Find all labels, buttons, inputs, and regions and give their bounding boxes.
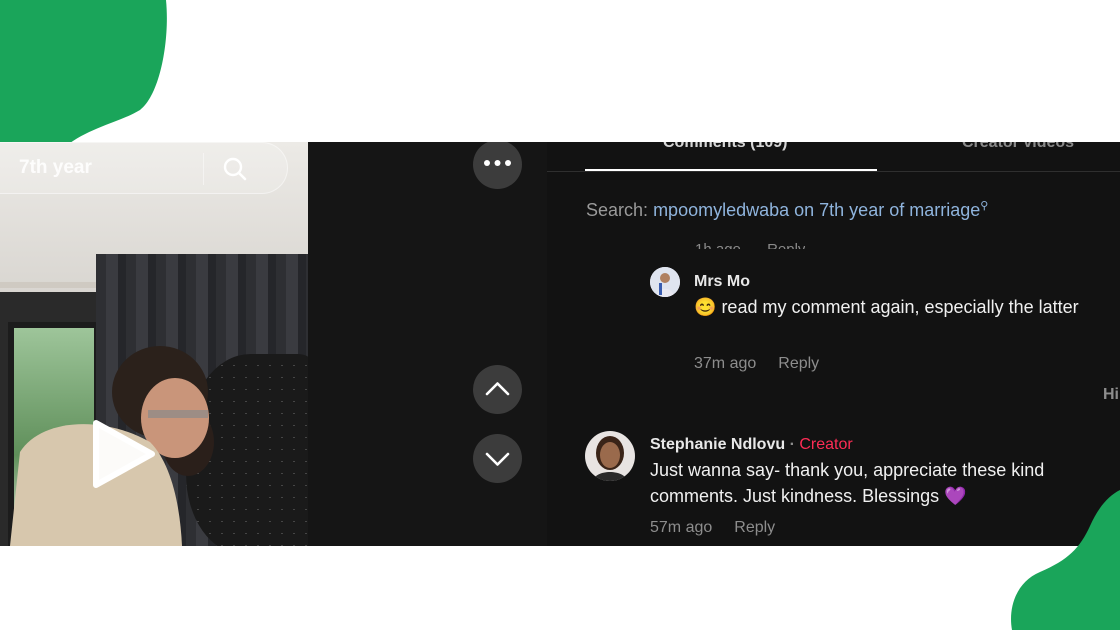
divider	[203, 153, 204, 185]
next-video-button[interactable]	[473, 434, 522, 483]
chevron-down-icon	[485, 452, 510, 466]
play-icon[interactable]	[88, 417, 158, 491]
comment-author[interactable]: Stephanie Ndlovu	[650, 436, 785, 453]
creator-badge: Creator	[799, 436, 853, 453]
hide-replies-button[interactable]: Hi	[1103, 386, 1119, 404]
reply-button[interactable]: Reply	[734, 519, 775, 536]
app-screenshot: 7th year Comments (109) Creator videos S…	[0, 142, 1120, 546]
decorative-blob-bottom-right	[1011, 490, 1120, 630]
avatar[interactable]	[585, 431, 635, 481]
search-suggestion[interactable]: Search: mpoomyledwaba on 7th year of mar…	[586, 199, 988, 221]
comment-author[interactable]: Mrs Mo	[694, 273, 750, 291]
purple-heart-icon: 💜	[944, 486, 967, 506]
more-options-button[interactable]	[473, 142, 522, 189]
tab-creator-videos[interactable]: Creator videos	[962, 142, 1074, 152]
comment-time: 37m ago	[694, 355, 757, 372]
chevron-up-icon	[485, 382, 510, 396]
tab-divider	[547, 171, 1120, 172]
previous-video-button[interactable]	[473, 365, 522, 414]
reply-button[interactable]: Reply	[778, 355, 819, 372]
video-search-bar[interactable]: 7th year	[0, 142, 288, 194]
search-query-link[interactable]: mpoomyledwaba on 7th year of marriage	[653, 200, 980, 220]
search-prefix: Search:	[586, 200, 649, 220]
comment-author-line: Stephanie Ndlovu · Creator	[650, 436, 853, 453]
comment-time: 1h ago	[695, 241, 741, 249]
reply-button[interactable]: Reply	[767, 241, 805, 249]
comment-meta: 37m ago Reply	[694, 355, 819, 373]
video-player[interactable]: 7th year	[0, 142, 308, 546]
search-icon: ⚲	[980, 200, 989, 212]
more-icon	[484, 160, 511, 166]
comment-meta: 57m ago Reply	[650, 519, 775, 537]
avatar-image	[585, 431, 635, 481]
comment-text: 😊 read my comment again, especially the …	[694, 297, 1079, 317]
avatar-image	[650, 267, 680, 297]
smile-emoji-icon: 😊	[694, 297, 717, 317]
comments-panel: Comments (109) Creator videos Search: mp…	[547, 142, 1120, 546]
tab-comments[interactable]: Comments (109)	[663, 142, 787, 152]
previous-comment-meta: 1h ago Reply	[695, 235, 805, 249]
comment-time: 57m ago	[650, 519, 713, 536]
search-icon[interactable]	[217, 153, 253, 185]
video-search-text: 7th year	[19, 157, 92, 178]
avatar[interactable]	[650, 267, 680, 297]
